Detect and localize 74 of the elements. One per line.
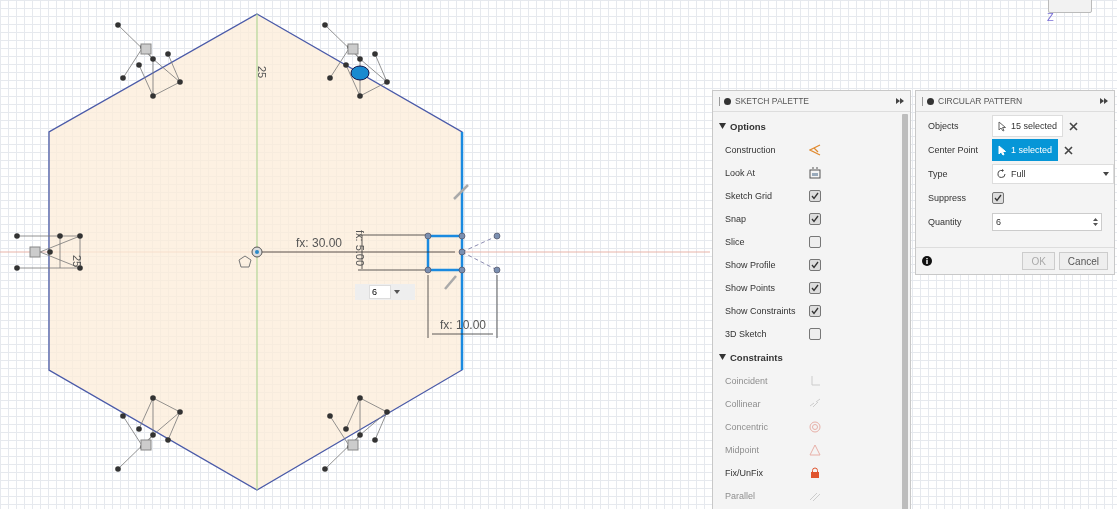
dimension-label[interactable]: 25 [71,255,83,268]
quantity-value[interactable]: 6 [369,285,391,299]
option-label: Midpoint [725,444,761,455]
selected-constraint-icon[interactable] [350,65,370,81]
panel-title: CIRCULAR PATTERN [938,96,1024,106]
sketch-point[interactable] [424,266,432,274]
clear-icon[interactable] [1064,145,1074,155]
option-label: Show Constraints [725,305,797,316]
option-label: Fix/UnFix [725,467,764,478]
field-label: Objects [928,121,960,131]
cursor-icon [998,144,1007,156]
option-label: 3D Sketch [725,328,768,339]
sketch-point[interactable] [458,232,466,240]
sketch-point[interactable] [458,266,466,274]
option-label: Concentric [725,421,770,432]
caret-icon[interactable] [1103,171,1109,177]
dimension-label[interactable]: 25 [256,66,268,79]
lock-icon[interactable] [809,466,821,479]
panel-dot-icon [724,97,731,105]
checkbox[interactable] [992,192,1004,204]
caret-icon[interactable] [719,123,726,129]
option-label: Coincident [725,375,769,386]
expand-icon[interactable] [896,98,904,104]
axis-label: Z [1047,11,1054,23]
caret-icon[interactable] [719,354,726,360]
look-at-icon[interactable] [809,166,821,179]
checkbox[interactable] [809,327,821,340]
spinner-arrows-icon[interactable] [1093,217,1098,227]
sketch-point[interactable] [493,232,501,240]
quantity-field[interactable]: 6 [992,213,1102,231]
dimension-label[interactable]: fx: 5.00 [354,230,366,267]
field-label: Type [928,169,949,179]
panel-title: SKETCH PALETTE [735,96,810,106]
selection-button[interactable]: 15 selected [992,115,1064,137]
option-label: Snap [725,213,748,224]
checkbox[interactable] [809,235,821,248]
section-header[interactable]: Constraints [713,345,902,369]
checkbox[interactable] [809,189,821,202]
sketch-point[interactable] [424,232,432,240]
constraint-glyph-drawing [14,233,83,271]
option-label: Collinear [725,398,762,409]
scrollbar[interactable] [902,114,908,509]
option-label: Show Points [725,282,777,293]
option-label: Parallel [725,490,756,501]
field-label: Suppress [928,193,968,203]
dimension-label[interactable]: fx: 30.00 [296,236,343,250]
option-label: Sketch Grid [725,190,774,201]
constraint-icon [443,183,470,291]
quantity-spinner[interactable]: 6 [355,284,415,300]
section-header[interactable]: Options [713,114,902,138]
checkbox[interactable] [809,212,821,225]
rotate-icon [997,169,1007,179]
checkbox[interactable] [809,304,821,317]
field-label: Center Point [928,145,980,155]
sketch-point[interactable] [493,266,501,274]
option-label: Look At [725,167,757,178]
info-icon[interactable] [922,256,932,266]
panel-dot-icon [927,97,934,105]
expand-icon[interactable] [1100,98,1108,104]
caret-icon[interactable] [394,289,400,295]
field-label: Quantity [928,217,963,227]
sketch-point[interactable] [458,248,466,256]
clear-icon[interactable] [1069,121,1079,131]
type-dropdown[interactable]: Full [992,164,1114,184]
option-label: Show Profile [725,259,777,270]
dimension-line [427,274,498,339]
option-label: Slice [725,236,746,247]
dialog-button[interactable]: Cancel [1058,252,1108,270]
cursor-icon [998,120,1007,132]
checkbox[interactable] [809,281,821,294]
origin-icon [251,246,263,258]
checkbox[interactable] [809,258,821,271]
polygon-icon [238,255,252,268]
option-label: Construction [725,144,777,155]
